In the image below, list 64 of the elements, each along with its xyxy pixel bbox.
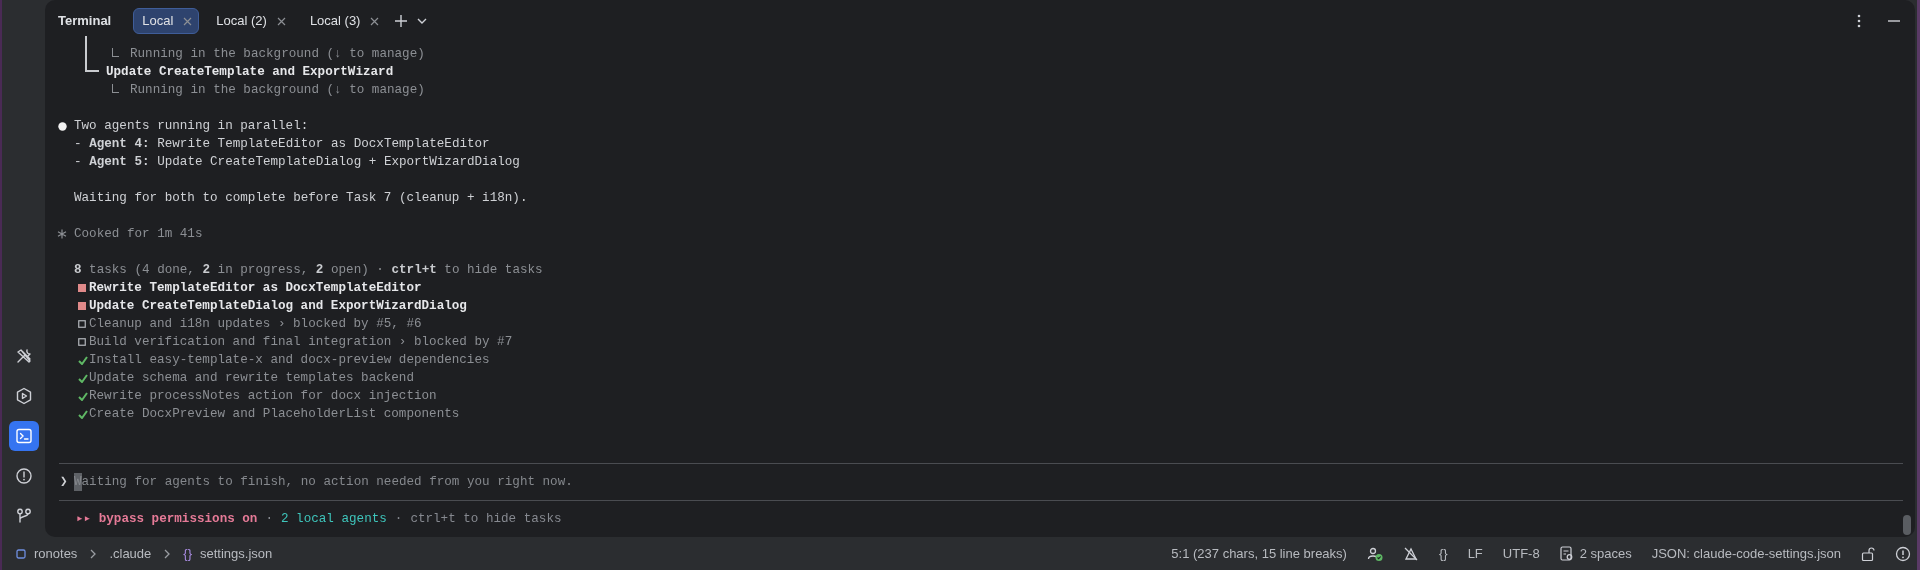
close-icon[interactable] (276, 16, 286, 26)
close-icon[interactable] (370, 16, 380, 26)
task-item: Cleanup and i18n updates › blocked by #5, #6 (89, 316, 422, 333)
output-line: - Agent 4: Rewrite TemplateEditor as DocxTemplateEditor (74, 136, 490, 153)
terminal-tab[interactable]: Local (2) (207, 8, 293, 34)
breadcrumb-item[interactable]: settings.json (200, 543, 273, 564)
asterisk-icon (57, 229, 67, 239)
status-text: ▸▸ bypass permissions on (76, 510, 258, 528)
output-line: Two agents running in parallel: (74, 118, 309, 135)
cursor-position[interactable]: 5:1 (237 chars, 15 line breaks) (1171, 543, 1347, 564)
square-icon (78, 302, 86, 310)
bullet-icon (58, 121, 67, 131)
json-icon: {} (183, 543, 192, 564)
tree-line (112, 48, 119, 57)
task-item: Rewrite processNotes action for docx injection (89, 388, 437, 405)
document-icon[interactable] (1559, 545, 1574, 562)
output-line: Update CreateTemplate and ExportWizard (106, 64, 394, 81)
terminal-tab[interactable]: Local (3) (300, 8, 387, 34)
tree-line (112, 84, 119, 93)
task-item: Create DocxPreview and PlaceholderList components (89, 406, 460, 423)
output-line: Waiting for both to complete before Task 7 (cleanup + i18n). (74, 190, 528, 207)
breadcrumb-item[interactable]: ronotes (34, 543, 78, 564)
chevron-icon (163, 548, 172, 559)
status-text: ctrl+t to hide tasks (410, 510, 562, 528)
output-line: - Agent 5: Update CreateTemplateDialog + ExportWizardDialog (74, 154, 520, 171)
status-text: · (394, 510, 403, 528)
close-icon[interactable] (183, 16, 193, 26)
panel-title: Terminal (58, 12, 112, 31)
square-icon (78, 284, 86, 292)
output-line: Cooked for 1m 41s (74, 226, 203, 243)
checkbox-icon (78, 338, 86, 346)
people-icon[interactable] (1366, 545, 1383, 562)
task-item: Update schema and rewrite templates backend (89, 370, 414, 387)
breadcrumb-item[interactable]: .claude (109, 543, 152, 564)
run-icon (14, 387, 33, 405)
task-item: Build verification and final integration › blocked by #7 (89, 334, 513, 351)
tool-window-button[interactable] (8, 421, 39, 451)
warning-icon[interactable] (1895, 545, 1911, 562)
status-text: 2 local agents (281, 510, 387, 528)
output-line: Running in the background (↓ to manage) (130, 46, 425, 63)
task-item: Update CreateTemplateDialog and ExportWizardDialog (89, 298, 467, 315)
json-schema[interactable]: JSON: claude-code-settings.json (1651, 543, 1841, 564)
json-icon[interactable]: {} (1438, 543, 1448, 564)
branch-icon (14, 507, 33, 525)
prompt-symbol: ❯ (60, 473, 69, 491)
warning-icon (14, 467, 33, 485)
chevron-icon (89, 548, 98, 559)
output-line: 8 tasks (4 done, 2 in progress, 2 open) · ctrl+t to hide tasks (74, 262, 543, 279)
file-encoding[interactable]: UTF-8 (1502, 543, 1540, 564)
line-separator[interactable]: LF (1467, 543, 1483, 564)
checkbox-icon (78, 320, 86, 328)
module-icon (16, 548, 26, 559)
tools-icon (14, 347, 33, 365)
task-item: Rewrite TemplateEditor as DocxTemplateEditor (89, 280, 422, 297)
status-text: · (265, 510, 273, 528)
more-icon[interactable] (1857, 14, 1861, 28)
add-icon[interactable] (394, 14, 409, 28)
indent-setting[interactable]: 2 spaces (1579, 543, 1632, 564)
unlock-icon[interactable] (1861, 545, 1875, 562)
terminal-icon (14, 427, 33, 445)
scrollbar-thumb[interactable] (1903, 515, 1911, 535)
terminal-tab[interactable]: Local (133, 8, 200, 34)
output-line: Running in the background (↓ to manage) (130, 82, 425, 99)
task-item: Install easy-template-x and docx-preview dependencies (89, 352, 490, 369)
